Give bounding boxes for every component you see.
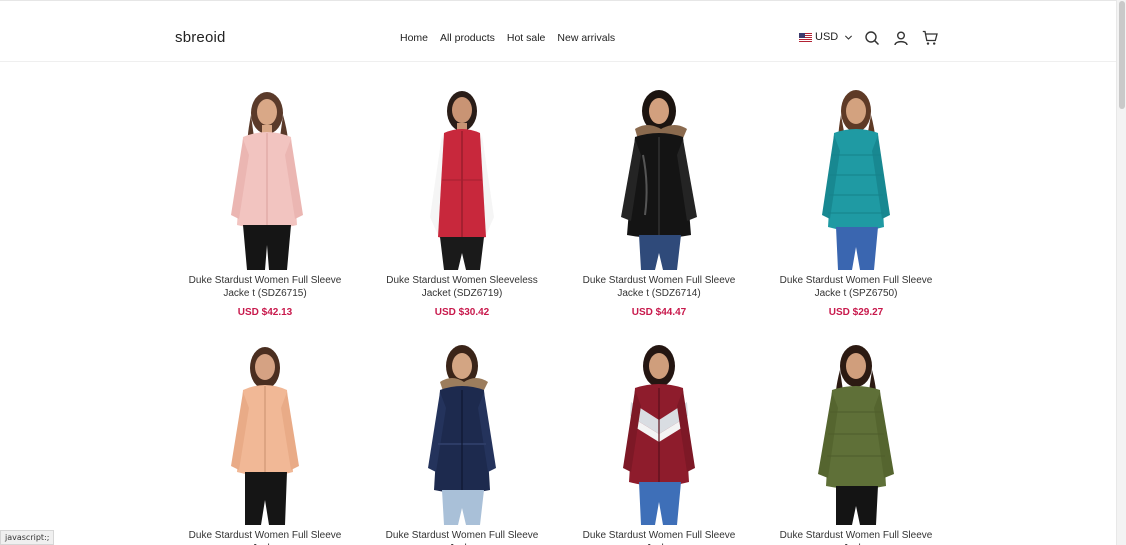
storefront-page: sbreoid Home All products Hot sale New a… xyxy=(0,0,1126,545)
site-header: sbreoid Home All products Hot sale New a… xyxy=(0,1,1116,62)
search-icon[interactable] xyxy=(864,30,880,46)
product-price: USD $44.47 xyxy=(631,307,687,318)
product-name[interactable]: Duke Stardust Women Full Sleeve Jacke xyxy=(572,529,746,545)
product-card[interactable]: Duke Stardust Women Full Sleeve Jacke xyxy=(372,340,552,545)
jacket-photo xyxy=(231,92,303,270)
product-image[interactable] xyxy=(372,340,552,525)
product-price: USD $42.13 xyxy=(237,307,293,318)
product-card[interactable]: Duke Stardust Women Full Sleeve Jacke t … xyxy=(569,85,749,318)
product-name[interactable]: Duke Stardust Women Full Sleeve Jacke t … xyxy=(769,274,943,300)
main-nav: Home All products Hot sale New arrivals xyxy=(400,32,615,44)
product-card[interactable]: Duke Stardust Women Full Sleeve Jacke t … xyxy=(175,85,355,318)
us-flag-icon xyxy=(799,32,812,42)
product-price: USD $30.42 xyxy=(434,307,490,318)
product-image[interactable] xyxy=(175,340,355,525)
product-card[interactable]: Duke Stardust Women Full Sleeve Jacke xyxy=(175,340,355,545)
product-image[interactable] xyxy=(372,85,552,270)
nav-home[interactable]: Home xyxy=(400,32,428,44)
site-logo[interactable]: sbreoid xyxy=(175,29,226,46)
vest-photo xyxy=(430,91,494,270)
product-card[interactable]: Duke Stardust Women Full Sleeve Jacke t … xyxy=(766,85,946,318)
nav-new-arrivals[interactable]: New arrivals xyxy=(557,32,615,44)
vertical-scrollbar[interactable] xyxy=(1116,0,1126,545)
product-image[interactable] xyxy=(569,340,749,525)
product-name[interactable]: Duke Stardust Women Sleeveless Jacket (S… xyxy=(375,274,549,300)
chevron-down-icon xyxy=(845,34,853,40)
jacket-photo xyxy=(231,347,299,525)
cart-icon[interactable] xyxy=(922,30,938,46)
product-name[interactable]: Duke Stardust Women Full Sleeve Jacke xyxy=(769,529,943,545)
jacket-photo xyxy=(822,90,890,270)
product-price: USD $29.27 xyxy=(828,307,884,318)
jacket-photo xyxy=(818,345,894,525)
product-card[interactable]: Duke Stardust Women Sleeveless Jacket (S… xyxy=(372,85,552,318)
scrollbar-thumb[interactable] xyxy=(1119,1,1125,109)
currency-label: USD xyxy=(815,31,839,43)
product-image[interactable] xyxy=(766,340,946,525)
nav-hot-sale[interactable]: Hot sale xyxy=(507,32,546,44)
product-card[interactable]: Duke Stardust Women Full Sleeve Jacke xyxy=(569,340,749,545)
link-status-bar: javascript:; xyxy=(0,530,55,545)
product-image[interactable] xyxy=(766,85,946,270)
account-icon[interactable] xyxy=(893,30,909,46)
product-name[interactable]: Duke Stardust Women Full Sleeve Jacke xyxy=(375,529,549,545)
product-card[interactable]: Duke Stardust Women Full Sleeve Jacke xyxy=(766,340,946,545)
nav-all-products[interactable]: All products xyxy=(440,32,495,44)
hooded-jacket-photo xyxy=(428,345,496,525)
bomber-jacket-photo xyxy=(623,345,695,525)
product-image[interactable] xyxy=(175,85,355,270)
hooded-jacket-photo xyxy=(621,90,697,270)
product-name[interactable]: Duke Stardust Women Full Sleeve Jacke t … xyxy=(572,274,746,300)
product-name[interactable]: Duke Stardust Women Full Sleeve Jacke t … xyxy=(178,274,352,300)
currency-selector[interactable]: USD xyxy=(799,31,853,43)
product-image[interactable] xyxy=(569,85,749,270)
product-name[interactable]: Duke Stardust Women Full Sleeve Jacke xyxy=(178,529,352,545)
